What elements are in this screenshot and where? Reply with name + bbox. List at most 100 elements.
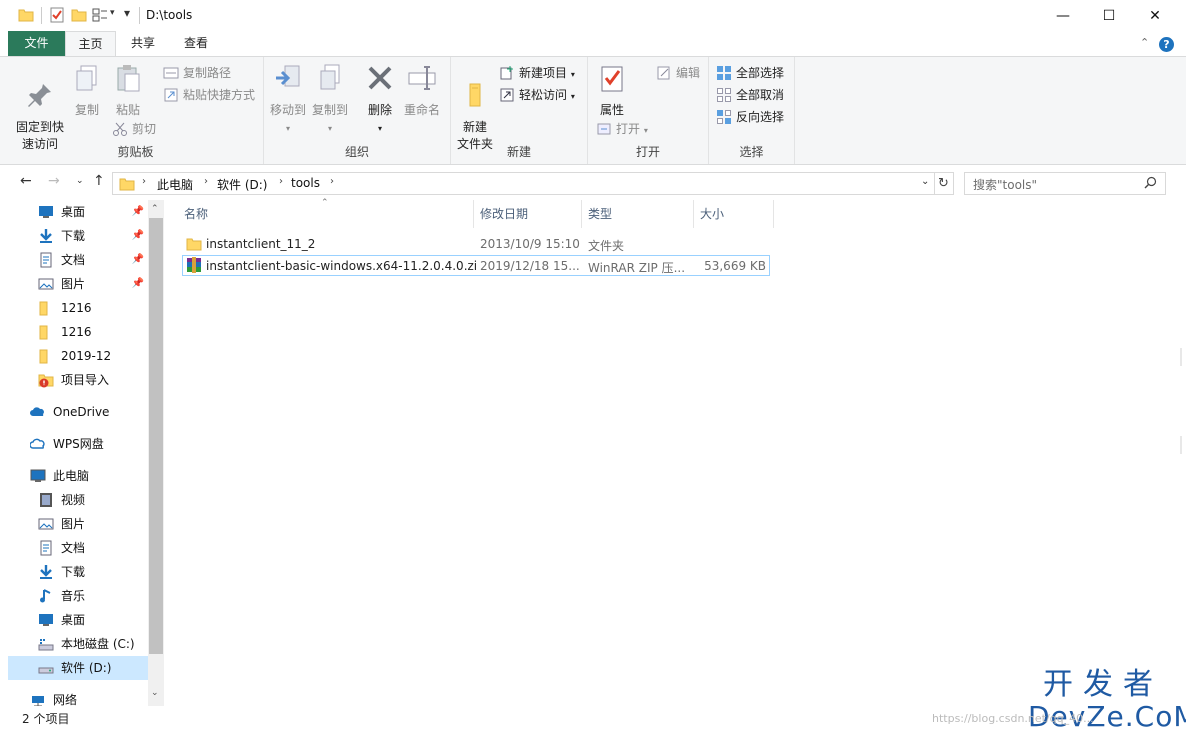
tab-file[interactable]: 文件: [8, 31, 65, 56]
sidebar-item[interactable]: 图片: [8, 512, 148, 536]
sidebar-item[interactable]: 1216: [8, 320, 148, 344]
delete-label: 删除: [367, 103, 392, 117]
address-bar[interactable]: › 此电脑 › 软件 (D:) › tools › ⌄: [112, 172, 935, 195]
sidebar-item[interactable]: 软件 (D:): [8, 656, 148, 680]
properties-button[interactable]: 属性: [594, 63, 630, 119]
rename-button[interactable]: 重命名: [402, 63, 442, 119]
edit-button[interactable]: 编辑: [656, 63, 700, 83]
table-row[interactable]: instantclient_11_2 2013/10/9 15:10 文件夹: [182, 234, 770, 255]
scroll-down-icon[interactable]: ⌄: [151, 688, 159, 698]
breadcrumb-tools[interactable]: tools: [291, 176, 320, 190]
column-header-date[interactable]: 修改日期: [474, 200, 582, 228]
pin-icon[interactable]: 📌: [132, 248, 144, 272]
sidebar-item-label: 图片: [61, 277, 86, 291]
delete-button[interactable]: 删除 ▾: [362, 63, 398, 137]
open-button[interactable]: 打开 ▾: [596, 119, 648, 139]
invert-selection-icon: [717, 110, 731, 124]
properties-icon[interactable]: [49, 7, 65, 23]
group-label-clipboard: 剪贴板: [117, 145, 154, 159]
sidebar-item-label: 下载: [61, 229, 86, 243]
breadcrumb-this-pc[interactable]: 此电脑: [157, 176, 193, 193]
recent-chevron-icon[interactable]: ⌄: [76, 176, 84, 186]
tab-view[interactable]: 查看: [170, 31, 222, 56]
nav-scrollbar-thumb[interactable]: [149, 218, 163, 654]
breadcrumb-chevron-icon[interactable]: ›: [330, 176, 334, 187]
breadcrumb-chevron-icon[interactable]: ›: [279, 176, 283, 187]
forward-arrow-icon[interactable]: →: [48, 173, 60, 189]
file-size: 53,669 KB: [704, 259, 766, 273]
column-header-type[interactable]: 类型: [582, 200, 694, 228]
back-arrow-icon[interactable]: ←: [20, 173, 32, 189]
cut-button[interactable]: 剪切: [112, 119, 156, 139]
sidebar-item-label: 下载: [61, 565, 86, 579]
pin-quick-access-button[interactable]: 固定到快 速访问: [12, 63, 68, 153]
sidebar-item[interactable]: 项目导入: [8, 368, 148, 392]
new-item-button[interactable]: 新建项目 ▾: [499, 63, 575, 83]
sidebar-item-label: 1216: [61, 301, 92, 315]
paste-shortcut-button[interactable]: 粘贴快捷方式: [163, 85, 255, 105]
new-folder-button[interactable]: 新建 文件夹: [455, 63, 495, 153]
new-folder-icon: [469, 83, 481, 107]
file-list: ⌃ 名称 修改日期 类型 大小 instantclient_11_2 2013/…: [164, 198, 1186, 706]
paste-button[interactable]: 粘贴: [110, 63, 146, 119]
easy-access-icon: [500, 88, 514, 102]
copy-path-button[interactable]: 复制路径: [163, 63, 231, 83]
move-to-button[interactable]: 移动到 ▾: [268, 63, 308, 137]
sidebar-item[interactable]: 图片 📌: [8, 272, 148, 296]
sidebar-item[interactable]: 文档: [8, 536, 148, 560]
collapse-ribbon-icon[interactable]: ⌃: [1140, 36, 1149, 49]
refresh-icon[interactable]: ↻: [934, 172, 954, 195]
column-header-name[interactable]: 名称: [178, 200, 474, 228]
chevron-down-icon[interactable]: ▾: [110, 8, 115, 18]
sidebar-item[interactable]: 本地磁盘 (C:): [8, 632, 148, 656]
pin-icon[interactable]: 📌: [132, 200, 144, 224]
search-input[interactable]: 搜索"tools": [964, 172, 1166, 195]
sidebar-item-wps[interactable]: WPS网盘: [8, 432, 148, 456]
sidebar-item-this-pc[interactable]: 此电脑: [8, 464, 148, 488]
help-icon[interactable]: ?: [1159, 37, 1174, 52]
copy-to-button[interactable]: 复制到 ▾: [310, 63, 350, 137]
sidebar-item[interactable]: 视频: [8, 488, 148, 512]
file-type: 文件夹: [588, 239, 625, 253]
pin-icon[interactable]: 📌: [132, 224, 144, 248]
tab-home[interactable]: 主页: [65, 31, 116, 57]
sidebar-item[interactable]: 下载: [8, 560, 148, 584]
select-all-button[interactable]: 全部选择: [716, 63, 784, 83]
sidebar-item-onedrive[interactable]: OneDrive: [8, 400, 148, 424]
copy-button[interactable]: 复制: [70, 63, 104, 119]
sidebar-item[interactable]: 下载 📌: [8, 224, 148, 248]
delete-x-icon: [368, 66, 392, 90]
customize-toolbar-icon[interactable]: ▾: [124, 6, 130, 20]
easy-access-button[interactable]: 轻松访问 ▾: [499, 85, 575, 105]
desktop-icon: [39, 614, 53, 626]
breadcrumb-drive-d[interactable]: 软件 (D:): [217, 176, 267, 193]
copy-path-label: 复制路径: [183, 66, 232, 80]
wps-cloud-icon: [30, 438, 45, 449]
sidebar-item[interactable]: 桌面 📌: [8, 200, 148, 224]
tab-share[interactable]: 共享: [120, 31, 166, 56]
sidebar-item[interactable]: 音乐: [8, 584, 148, 608]
breadcrumb-chevron-icon[interactable]: ›: [204, 176, 208, 187]
sidebar-item[interactable]: 桌面: [8, 608, 148, 632]
invert-selection-button[interactable]: 反向选择: [716, 107, 784, 127]
sidebar-item[interactable]: 1216: [8, 296, 148, 320]
table-row[interactable]: instantclient-basic-windows.x64-11.2.0.4…: [182, 255, 770, 276]
sidebar-item[interactable]: 文档 📌: [8, 248, 148, 272]
select-none-button[interactable]: 全部取消: [716, 85, 784, 105]
column-header-size[interactable]: 大小: [694, 200, 774, 228]
invert-selection-label: 反向选择: [736, 110, 785, 124]
address-dropdown-icon[interactable]: ⌄: [921, 176, 929, 187]
new-item-label: 新建项目: [519, 66, 568, 80]
maximize-button[interactable]: ☐: [1086, 0, 1132, 31]
scroll-up-icon[interactable]: ⌃: [151, 204, 159, 214]
minimize-button[interactable]: —: [1040, 0, 1086, 31]
folder-icon: [18, 9, 34, 22]
copy-path-icon: [163, 67, 179, 79]
breadcrumb-chevron-icon[interactable]: ›: [142, 176, 146, 187]
view-options-icon[interactable]: [92, 7, 108, 23]
up-arrow-icon[interactable]: ↑: [93, 173, 105, 189]
close-button[interactable]: ✕: [1132, 0, 1178, 31]
sidebar-item[interactable]: 2019-12: [8, 344, 148, 368]
pin-icon[interactable]: 📌: [132, 272, 144, 296]
new-folder-icon[interactable]: [71, 7, 87, 23]
